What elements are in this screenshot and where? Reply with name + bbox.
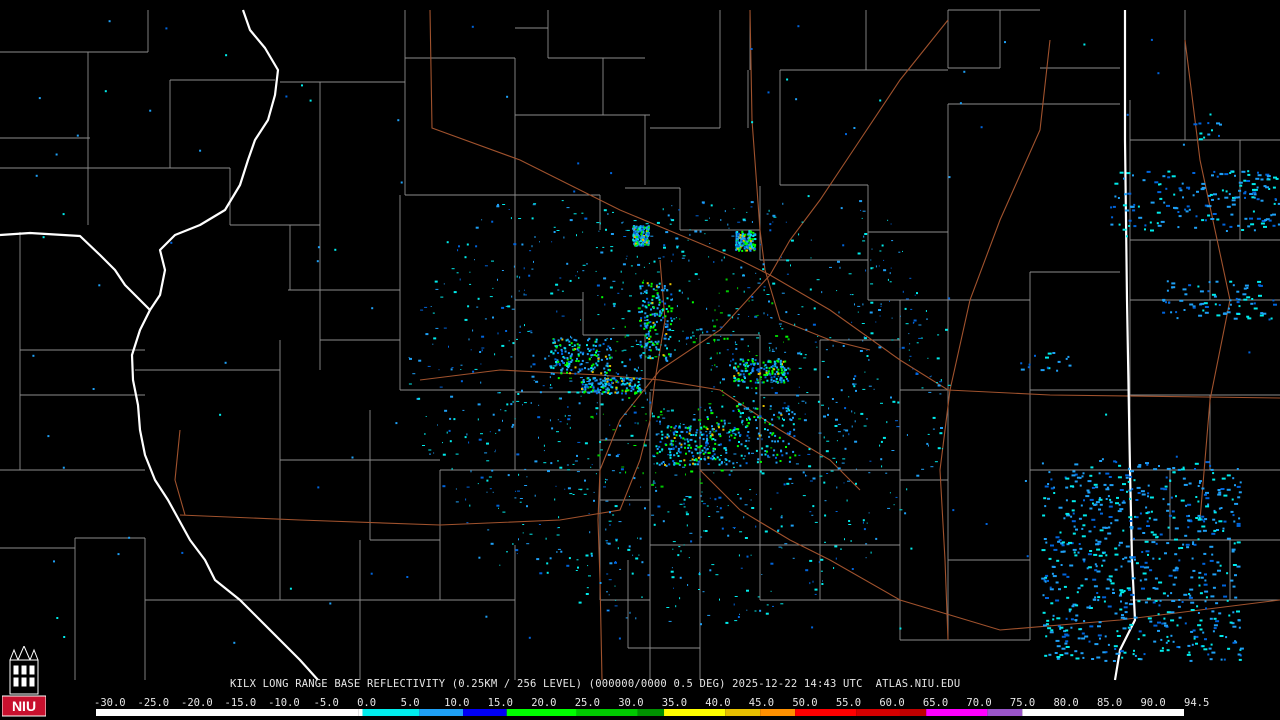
scale-label: -5.0 [313, 697, 339, 709]
scale-label: 15.0 [487, 697, 513, 709]
scale-segment [506, 709, 577, 716]
scale-label: 5.0 [400, 697, 420, 709]
scale-label: 80.0 [1053, 697, 1079, 709]
scale-segment [899, 709, 927, 716]
scale-segment [926, 709, 988, 716]
logo-text: NIU [12, 698, 36, 714]
scale-segment [760, 709, 796, 716]
scale-label: -20.0 [181, 697, 213, 709]
scale-label: 60.0 [879, 697, 905, 709]
scale-label: -15.0 [224, 697, 257, 709]
scale-segment [987, 709, 1023, 716]
niu-logo: NIU [2, 646, 46, 717]
scale-label: 85.0 [1096, 697, 1123, 709]
scale-label: 0.0 [357, 697, 377, 709]
product-title: KILX LONG RANGE BASE REFLECTIVITY (0.25K… [230, 678, 961, 690]
scale-segment [358, 709, 363, 716]
scale-label: 75.0 [1009, 697, 1036, 709]
color-scale-labels: -30.0 -25.0 -20.0 -15.0 -10.0 -5.0 0.0 5.0 10.0 1… [94, 697, 1209, 709]
scale-label: 35.0 [661, 697, 688, 709]
scale-label: 30.0 [618, 697, 644, 709]
scale-segment [664, 709, 726, 716]
scale-label: -30.0 [94, 697, 126, 709]
scale-label: -25.0 [137, 697, 170, 709]
scale-label: 20.0 [531, 697, 557, 709]
color-scale-bar [96, 709, 1184, 716]
scale-label: 70.0 [966, 697, 992, 709]
scale-label: 40.0 [705, 697, 731, 709]
scale-segment [463, 709, 507, 716]
scale-label: 25.0 [574, 697, 601, 709]
scale-label: 10.0 [444, 697, 470, 709]
scale-segment [576, 709, 638, 716]
scale-label: 50.0 [792, 697, 818, 709]
scale-segment [637, 709, 665, 716]
scale-label: 65.0 [922, 697, 949, 709]
scale-segment [1022, 709, 1184, 716]
scale-segment [362, 709, 420, 716]
map-background [0, 0, 1280, 720]
scale-label: 90.0 [1140, 697, 1166, 709]
radar-map [0, 0, 1280, 720]
scale-segment [419, 709, 464, 716]
scale-segment [725, 709, 761, 716]
scale-label: 94.5 [1184, 697, 1210, 709]
scale-segment [856, 709, 900, 716]
scale-label: -10.0 [268, 697, 300, 709]
scale-segment [96, 709, 359, 716]
scale-label: 55.0 [835, 697, 862, 709]
scale-segment [795, 709, 857, 716]
scale-label: 45.0 [748, 697, 775, 709]
